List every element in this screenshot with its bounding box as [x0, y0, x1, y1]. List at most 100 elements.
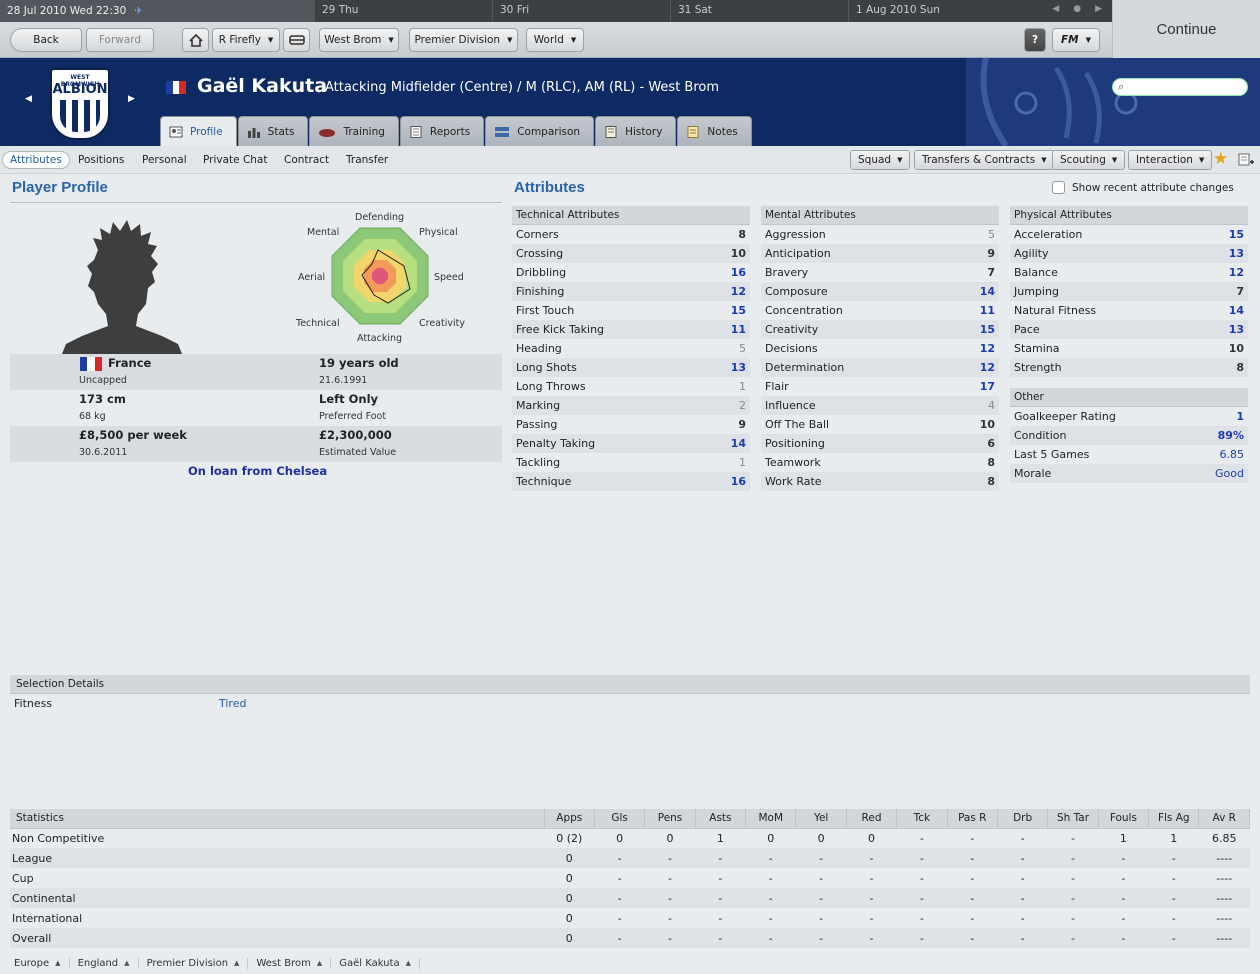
subtab-private-chat[interactable]: Private Chat	[196, 151, 274, 169]
club-dropdown[interactable]: West Brom ▼	[319, 28, 399, 52]
tab-history[interactable]: History	[595, 116, 677, 146]
table-row[interactable]: Cup 0- - - - - - - - - - - - ----	[10, 868, 1250, 888]
tab-training[interactable]: Training	[309, 116, 399, 146]
home-button[interactable]	[182, 28, 209, 52]
attribute-row[interactable]: Anticipation 9	[761, 244, 999, 263]
attribute-row[interactable]: Bravery 7	[761, 263, 999, 282]
attribute-row[interactable]: Finishing 12	[512, 282, 750, 301]
attribute-row[interactable]: Long Throws 1	[512, 377, 750, 396]
tab-profile[interactable]: Profile	[160, 116, 237, 146]
club-crest[interactable]: WEST BROMWICH ALBION	[50, 68, 110, 140]
attribute-row[interactable]: Technique 16	[512, 472, 750, 491]
column-header[interactable]: Asts	[695, 809, 747, 829]
attribute-row[interactable]: Decisions 12	[761, 339, 999, 358]
date-day[interactable]: 29 Thu	[315, 0, 493, 22]
attribute-row[interactable]: Last 5 Games 6.85	[1010, 445, 1248, 464]
attribute-row[interactable]: Marking 2	[512, 396, 750, 415]
inbox-button[interactable]	[283, 28, 310, 52]
table-row[interactable]: League 0- - - - - - - - - - - - ----	[10, 848, 1250, 868]
scouting-dropdown[interactable]: Scouting ▼	[1052, 150, 1126, 170]
fm-menu-button[interactable]: FM ▼	[1052, 28, 1100, 52]
attribute-row[interactable]: Morale Good	[1010, 464, 1248, 483]
add-to-list-icon[interactable]	[1238, 153, 1254, 167]
checkbox[interactable]	[1052, 181, 1065, 194]
subtab-attributes[interactable]: Attributes	[2, 151, 70, 169]
shortlist-star-icon[interactable]: ★	[1213, 149, 1228, 169]
column-header[interactable]: MoM	[745, 809, 797, 829]
column-header[interactable]: Fls Ag	[1148, 809, 1200, 829]
column-header[interactable]: Red	[846, 809, 898, 829]
attribute-row[interactable]: Composure 14	[761, 282, 999, 301]
continue-button[interactable]: Continue	[1112, 0, 1260, 58]
attribute-row[interactable]: Natural Fitness 14	[1010, 301, 1248, 320]
attribute-row[interactable]: Pace 13	[1010, 320, 1248, 339]
league-dropdown[interactable]: Premier Division ▼	[409, 28, 518, 52]
attribute-row[interactable]: First Touch 15	[512, 301, 750, 320]
attribute-row[interactable]: Influence 4	[761, 396, 999, 415]
nation-value[interactable]: France	[108, 356, 151, 370]
table-row[interactable]: International 0- - - - - - - - - - - - ----	[10, 908, 1250, 928]
column-header[interactable]: Drb	[997, 809, 1049, 829]
date-day[interactable]: 31 Sat	[671, 0, 849, 22]
attribute-row[interactable]: Concentration 11	[761, 301, 999, 320]
show-recent-changes-toggle[interactable]: Show recent attribute changes	[1052, 181, 1234, 194]
attribute-row[interactable]: Flair 17	[761, 377, 999, 396]
table-row[interactable]: Overall 0- - - - - - - - - - - - ----	[10, 928, 1250, 948]
attribute-row[interactable]: Free Kick Taking 11	[512, 320, 750, 339]
attribute-row[interactable]: Teamwork 8	[761, 453, 999, 472]
attribute-row[interactable]: Tackling 1	[512, 453, 750, 472]
subtab-positions[interactable]: Positions	[71, 151, 131, 169]
breadcrumb-item[interactable]: England ▲	[70, 957, 139, 969]
manager-dropdown[interactable]: R Firefly ▼	[212, 28, 280, 52]
table-row[interactable]: Continental 0- - - - - - - - - - - - ----	[10, 888, 1250, 908]
statistics-header[interactable]: Statistics	[10, 809, 545, 829]
today-icon[interactable]: ●	[1073, 4, 1081, 14]
attribute-row[interactable]: Agility 13	[1010, 244, 1248, 263]
next-player-icon[interactable]: ▶	[128, 94, 135, 104]
subtab-personal[interactable]: Personal	[135, 151, 194, 169]
back-button[interactable]: Back	[10, 28, 82, 52]
attribute-row[interactable]: Determination 12	[761, 358, 999, 377]
breadcrumb-item[interactable]: West Brom ▲	[248, 957, 332, 969]
breadcrumb-item[interactable]: Gaël Kakuta ▲	[331, 957, 420, 969]
subtab-contract[interactable]: Contract	[277, 151, 336, 169]
forward-button[interactable]: Forward	[86, 28, 154, 52]
search-input[interactable]: ⌕	[1112, 78, 1248, 96]
attribute-row[interactable]: Acceleration 15	[1010, 225, 1248, 244]
column-header[interactable]: Tck	[896, 809, 948, 829]
column-header[interactable]: Apps	[544, 809, 595, 829]
world-dropdown[interactable]: World ▼	[526, 28, 584, 52]
attribute-row[interactable]: Penalty Taking 14	[512, 434, 750, 453]
transfers-contracts-dropdown[interactable]: Transfers & Contracts ▼	[914, 150, 1055, 170]
attribute-row[interactable]: Work Rate 8	[761, 472, 999, 491]
tab-stats[interactable]: Stats	[237, 116, 309, 146]
current-date[interactable]: 28 Jul 2010 Wed 22:30 ✈	[0, 0, 315, 22]
squad-dropdown[interactable]: Squad ▼	[850, 150, 911, 170]
attribute-row[interactable]: Creativity 15	[761, 320, 999, 339]
prev-player-icon[interactable]: ◀	[25, 94, 32, 104]
attribute-row[interactable]: Passing 9	[512, 415, 750, 434]
help-button[interactable]: ?	[1024, 28, 1046, 52]
column-header[interactable]: Pens	[644, 809, 696, 829]
date-day[interactable]: 1 Aug 2010 Sun	[849, 0, 1027, 22]
attribute-row[interactable]: Balance 12	[1010, 263, 1248, 282]
attribute-row[interactable]: Stamina 10	[1010, 339, 1248, 358]
table-row[interactable]: Non Competitive 0 (2) 0 0 1 0 0 0 - - - - 1 1 6.85	[10, 828, 1250, 848]
column-header[interactable]: Fouls	[1098, 809, 1150, 829]
prev-date-icon[interactable]: ◀	[1052, 4, 1059, 14]
attribute-row[interactable]: Dribbling 16	[512, 263, 750, 282]
tab-notes[interactable]: Notes	[677, 116, 752, 146]
loan-status-link[interactable]: On loan from Chelsea	[188, 464, 327, 478]
column-header[interactable]: Pas R	[947, 809, 998, 829]
breadcrumb-item[interactable]: Premier Division ▲	[139, 957, 249, 969]
attribute-row[interactable]: Crossing 10	[512, 244, 750, 263]
breadcrumb-item[interactable]: Europe ▲	[6, 957, 70, 969]
column-header[interactable]: Gls	[594, 809, 646, 829]
attribute-row[interactable]: Off The Ball 10	[761, 415, 999, 434]
next-date-icon[interactable]: ▶	[1095, 4, 1102, 14]
attribute-row[interactable]: Heading 5	[512, 339, 750, 358]
attribute-row[interactable]: Aggression 5	[761, 225, 999, 244]
column-header[interactable]: Sh Tar	[1047, 809, 1099, 829]
attribute-row[interactable]: Strength 8	[1010, 358, 1248, 377]
attribute-row[interactable]: Positioning 6	[761, 434, 999, 453]
